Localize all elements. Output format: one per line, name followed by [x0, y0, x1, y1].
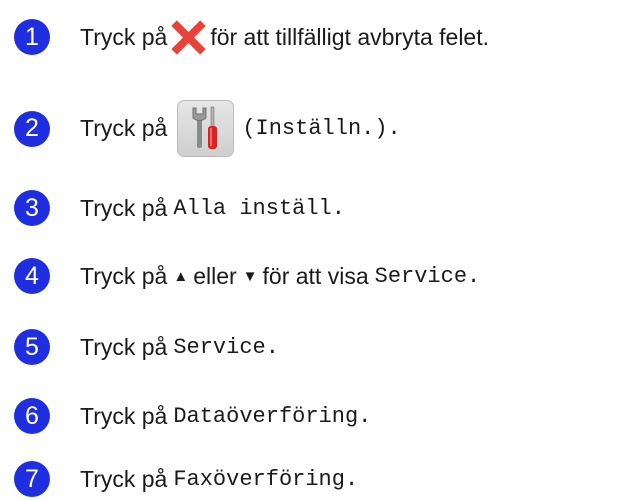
step-prefix: Tryck på [80, 194, 168, 221]
step-text: Tryck på Dataöverföring. [80, 403, 371, 430]
step-5: 5 Tryck på Service. [14, 329, 279, 365]
step-number-badge: 7 [14, 461, 50, 497]
step-prefix: Tryck på [80, 333, 168, 360]
step-4: 4 Tryck på ▲ eller ▼ för att visa Servic… [14, 258, 480, 294]
step-text: Tryck på ▲ eller ▼ för att visa Service. [80, 263, 480, 290]
step-text: Tryck på Alla inställ. [80, 195, 345, 222]
step-number-badge: 1 [14, 19, 50, 55]
setting-label: (Inställn.). [242, 116, 401, 141]
close-x-icon [171, 19, 207, 55]
step-tail: för att visa [262, 262, 369, 289]
step-prefix: Tryck på [80, 465, 168, 492]
step-3: 3 Tryck på Alla inställ. [14, 190, 345, 226]
step-prefix: Tryck på [80, 402, 168, 429]
step-connector: eller [193, 262, 237, 289]
step-number-badge: 4 [14, 258, 50, 294]
step-number-badge: 2 [14, 110, 50, 147]
step-text: Tryck på Service. [80, 334, 279, 361]
step-number-badge: 6 [14, 398, 50, 434]
step-6: 6 Tryck på Dataöverföring. [14, 398, 371, 434]
step-number-badge: 3 [14, 190, 50, 226]
step-text: Tryck på för att tillfälligt avbryta fel… [80, 19, 490, 55]
step-prefix: Tryck på [80, 23, 168, 50]
setting-label: Service. [173, 334, 279, 360]
step-7: 7 Tryck på Faxöverföring. [14, 461, 358, 497]
step-number-badge: 5 [14, 329, 50, 365]
setting-label: Alla inställ. [173, 195, 345, 221]
step-prefix: Tryck på [80, 115, 168, 141]
step-suffix: för att tillfälligt avbryta felet. [210, 23, 490, 50]
step-2: 2 Tryck på (Inställn.). [14, 100, 401, 157]
up-arrow-icon: ▲ [173, 267, 189, 285]
step-prefix: Tryck på [80, 262, 168, 289]
setting-label: Dataöverföring. [173, 403, 372, 429]
step-text: Tryck på (Inställn.). [80, 100, 401, 157]
step-1: 1 Tryck på för att tillfälligt avbryta f… [14, 19, 489, 55]
down-arrow-icon: ▼ [242, 267, 258, 285]
step-text: Tryck på Faxöverföring. [80, 466, 358, 493]
setting-label: Service. [374, 263, 481, 289]
settings-tools-icon [177, 100, 235, 157]
setting-label: Faxöverföring. [173, 466, 359, 492]
